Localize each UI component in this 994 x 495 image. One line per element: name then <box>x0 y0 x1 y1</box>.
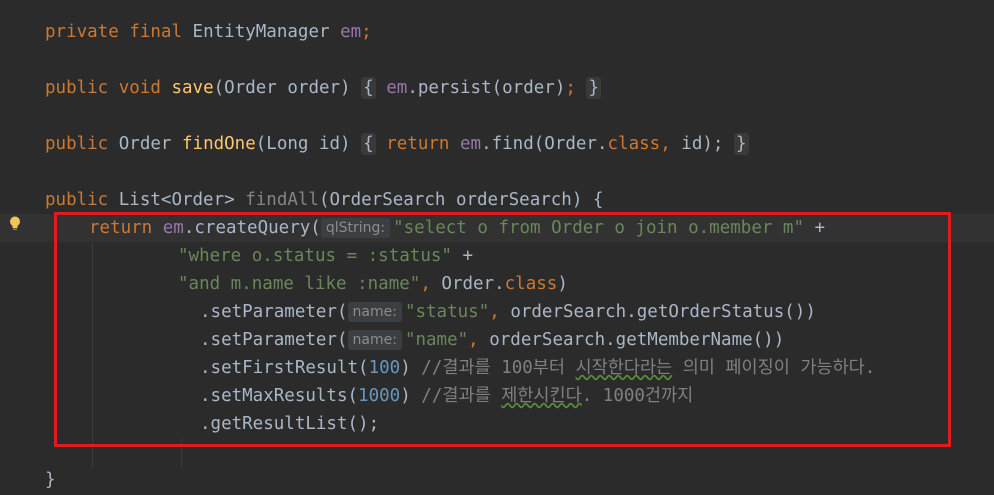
semicolon: ; <box>565 78 576 98</box>
params: (OrderSearch orderSearch) { <box>318 190 604 210</box>
code-line-1[interactable]: private final EntityManager em; <box>0 18 994 46</box>
code-line-13[interactable]: } <box>0 466 994 494</box>
type-name: List<Order> <box>118 190 235 210</box>
keyword: void <box>118 78 161 98</box>
comma: , <box>660 134 671 154</box>
field-name: em <box>460 134 482 154</box>
keyword: final <box>129 22 182 42</box>
code-line-3[interactable]: public Order findOne(Long id) { return e… <box>0 130 994 158</box>
keyword: private <box>45 22 119 42</box>
keyword: return <box>386 134 450 154</box>
keyword: class <box>607 134 661 154</box>
call: .persist(order) <box>407 78 566 98</box>
field-name: em <box>386 78 408 98</box>
folded-brace-open[interactable]: { <box>361 133 376 155</box>
call: .find(Order. <box>481 134 608 154</box>
highlight-annotation-box <box>54 212 951 447</box>
code-line-4[interactable]: public List<Order> findAll(OrderSearch o… <box>0 186 994 214</box>
folded-brace-close[interactable]: } <box>733 133 749 155</box>
semicolon: ; <box>361 22 372 42</box>
folded-brace-close[interactable]: } <box>586 77 601 99</box>
keyword: public <box>45 78 109 98</box>
code-editor[interactable]: private final EntityManager em; public v… <box>0 0 994 495</box>
method-name: findAll <box>245 190 319 210</box>
keyword: public <box>45 134 109 154</box>
params: (Long id) <box>255 134 351 154</box>
closing-brace: } <box>45 470 56 490</box>
method-name: findOne <box>182 134 256 154</box>
field-name: em <box>340 22 362 42</box>
lightbulb-icon[interactable] <box>9 216 21 232</box>
folded-brace-open[interactable]: { <box>361 77 376 99</box>
type-name: Order <box>118 134 172 154</box>
keyword: public <box>45 190 109 210</box>
call: id); <box>670 134 724 154</box>
type-name: EntityManager <box>192 22 330 42</box>
code-line-2[interactable]: public void save(Order order) { em.persi… <box>0 74 994 102</box>
params: (Order order) <box>213 78 351 98</box>
method-name: save <box>171 78 214 98</box>
